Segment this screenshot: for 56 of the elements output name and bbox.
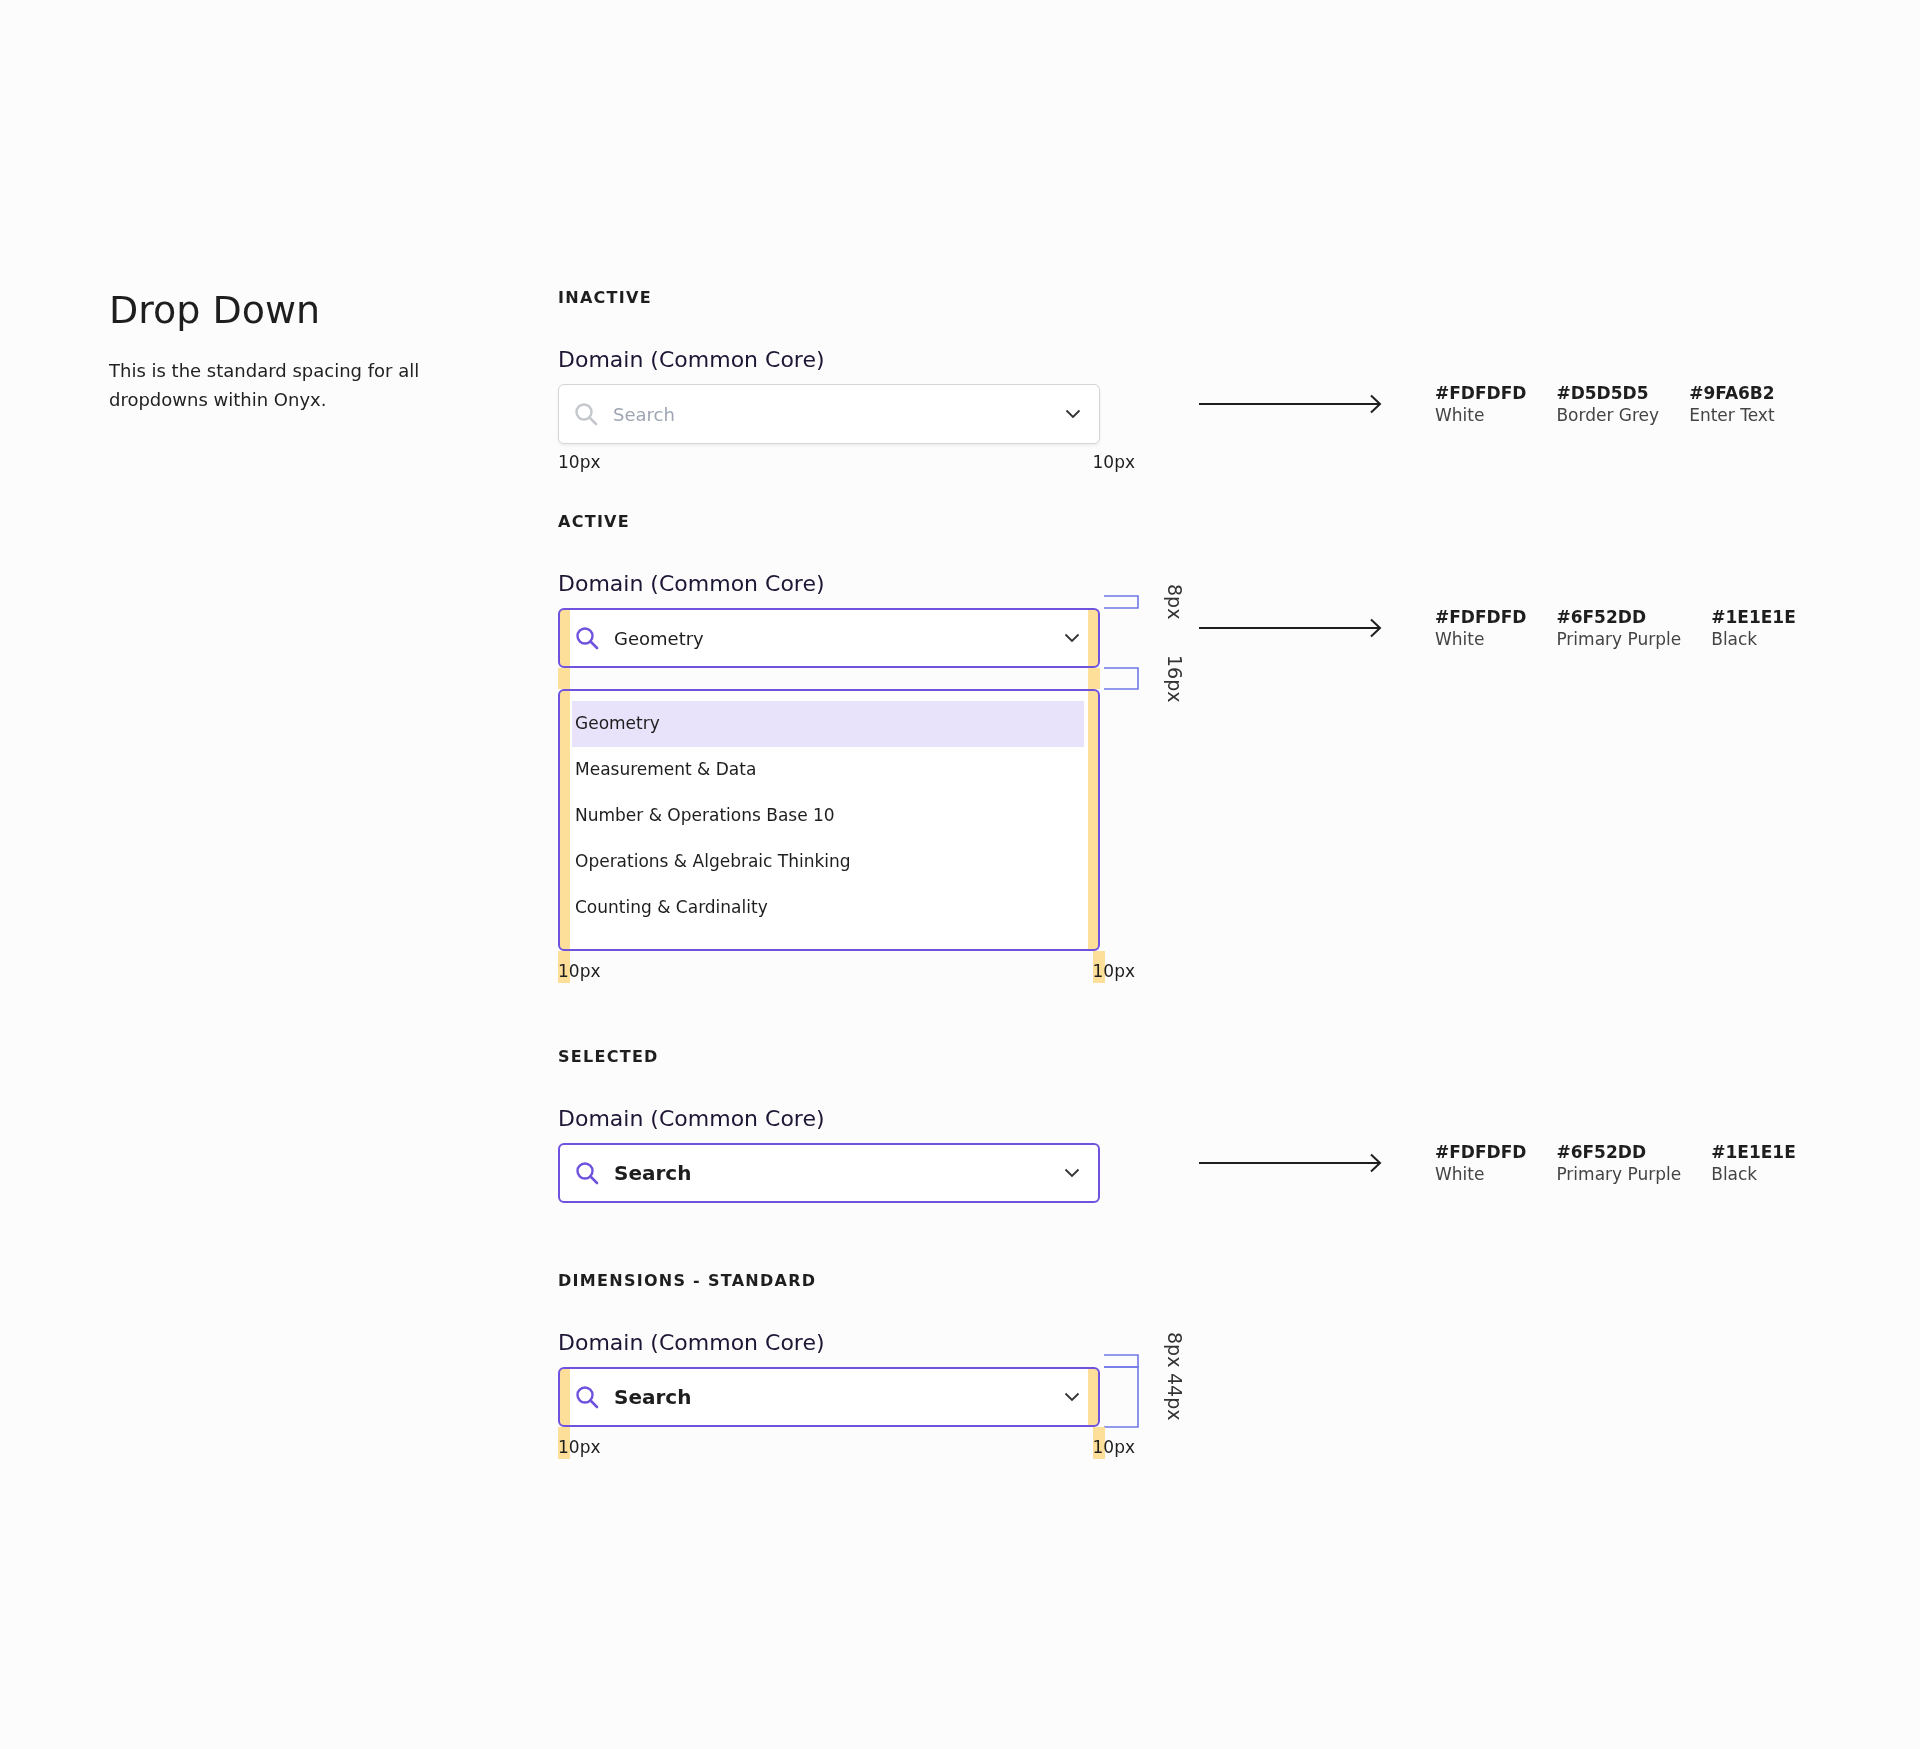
search-icon (574, 1160, 600, 1186)
page-title: Drop Down (109, 288, 322, 332)
dimension-label: 16px (1164, 654, 1186, 703)
color-name: White (1435, 627, 1486, 650)
color-name: White (1435, 1162, 1486, 1185)
padding-label: 10px (1092, 451, 1135, 474)
section-heading: DIMENSIONS - STANDARD (558, 1271, 818, 1291)
dropdown-field[interactable]: Geometry (558, 608, 1100, 668)
chevron-icon (1064, 633, 1080, 643)
padding-label: 10px (1092, 1427, 1135, 1459)
color-name: White (1435, 403, 1486, 426)
description-text: This is the standard spacing for all dropdowns within Onyx. (109, 359, 421, 412)
section-heading: ACTIVE (558, 512, 631, 532)
search-icon (573, 401, 599, 427)
search-icon (574, 625, 600, 651)
color-hex: #6F52DD (1556, 606, 1647, 628)
dimension-label: 44px (1164, 1373, 1186, 1421)
color-name: Primary Purple (1556, 627, 1682, 650)
field-label: Domain (Common Core) (558, 1105, 825, 1133)
color-hex: #FDFDFD (1435, 606, 1527, 628)
chevron-icon (1064, 1392, 1080, 1402)
section-heading: INACTIVE (558, 288, 653, 308)
field-label: Domain (Common Core) (558, 570, 825, 598)
padding-label: 10px (558, 451, 601, 474)
menu-item[interactable]: Measurement & Data (572, 747, 1084, 793)
color-name: Black (1711, 627, 1759, 650)
field-label: Domain (Common Core) (558, 1329, 825, 1357)
chevron-icon (1064, 1168, 1080, 1178)
color-name: Black (1711, 1162, 1759, 1185)
dimension-label: 8px (1164, 1331, 1186, 1368)
menu-item[interactable]: Counting & Cardinality (572, 885, 1084, 931)
menu-item[interactable]: Number & Operations Base 10 (572, 793, 1084, 839)
color-hex: #D5D5D5 (1556, 382, 1650, 404)
padding-label: 10px (558, 1427, 601, 1459)
color-hex: #9FA6B2 (1689, 382, 1775, 404)
color-hex: #1E1E1E (1711, 606, 1796, 628)
field-label: Domain (Common Core) (558, 346, 825, 374)
dimension-bracket (1104, 595, 1140, 609)
padding-label: 10px (558, 951, 601, 983)
menu-item[interactable]: Operations & Algebraic Thinking (572, 839, 1084, 885)
search-icon (574, 1384, 600, 1410)
dimension-label: 8px (1164, 584, 1186, 620)
color-hex: #FDFDFD (1435, 382, 1527, 404)
dropdown-field[interactable]: Search (558, 1143, 1100, 1203)
color-hex: #FDFDFD (1435, 1141, 1527, 1163)
chevron-icon (1065, 409, 1081, 419)
section-heading: SELECTED (558, 1047, 660, 1067)
dimension-bracket (1104, 667, 1140, 690)
color-name: Border Grey (1556, 403, 1660, 426)
color-hex: #6F52DD (1556, 1141, 1647, 1163)
dropdown-field[interactable]: Search (558, 1367, 1100, 1427)
color-hex: #1E1E1E (1711, 1141, 1796, 1163)
padding-label: 10px (1092, 951, 1135, 983)
color-name: Enter Text (1689, 403, 1775, 426)
menu-item[interactable]: Geometry (572, 701, 1084, 747)
color-name: Primary Purple (1556, 1162, 1682, 1185)
